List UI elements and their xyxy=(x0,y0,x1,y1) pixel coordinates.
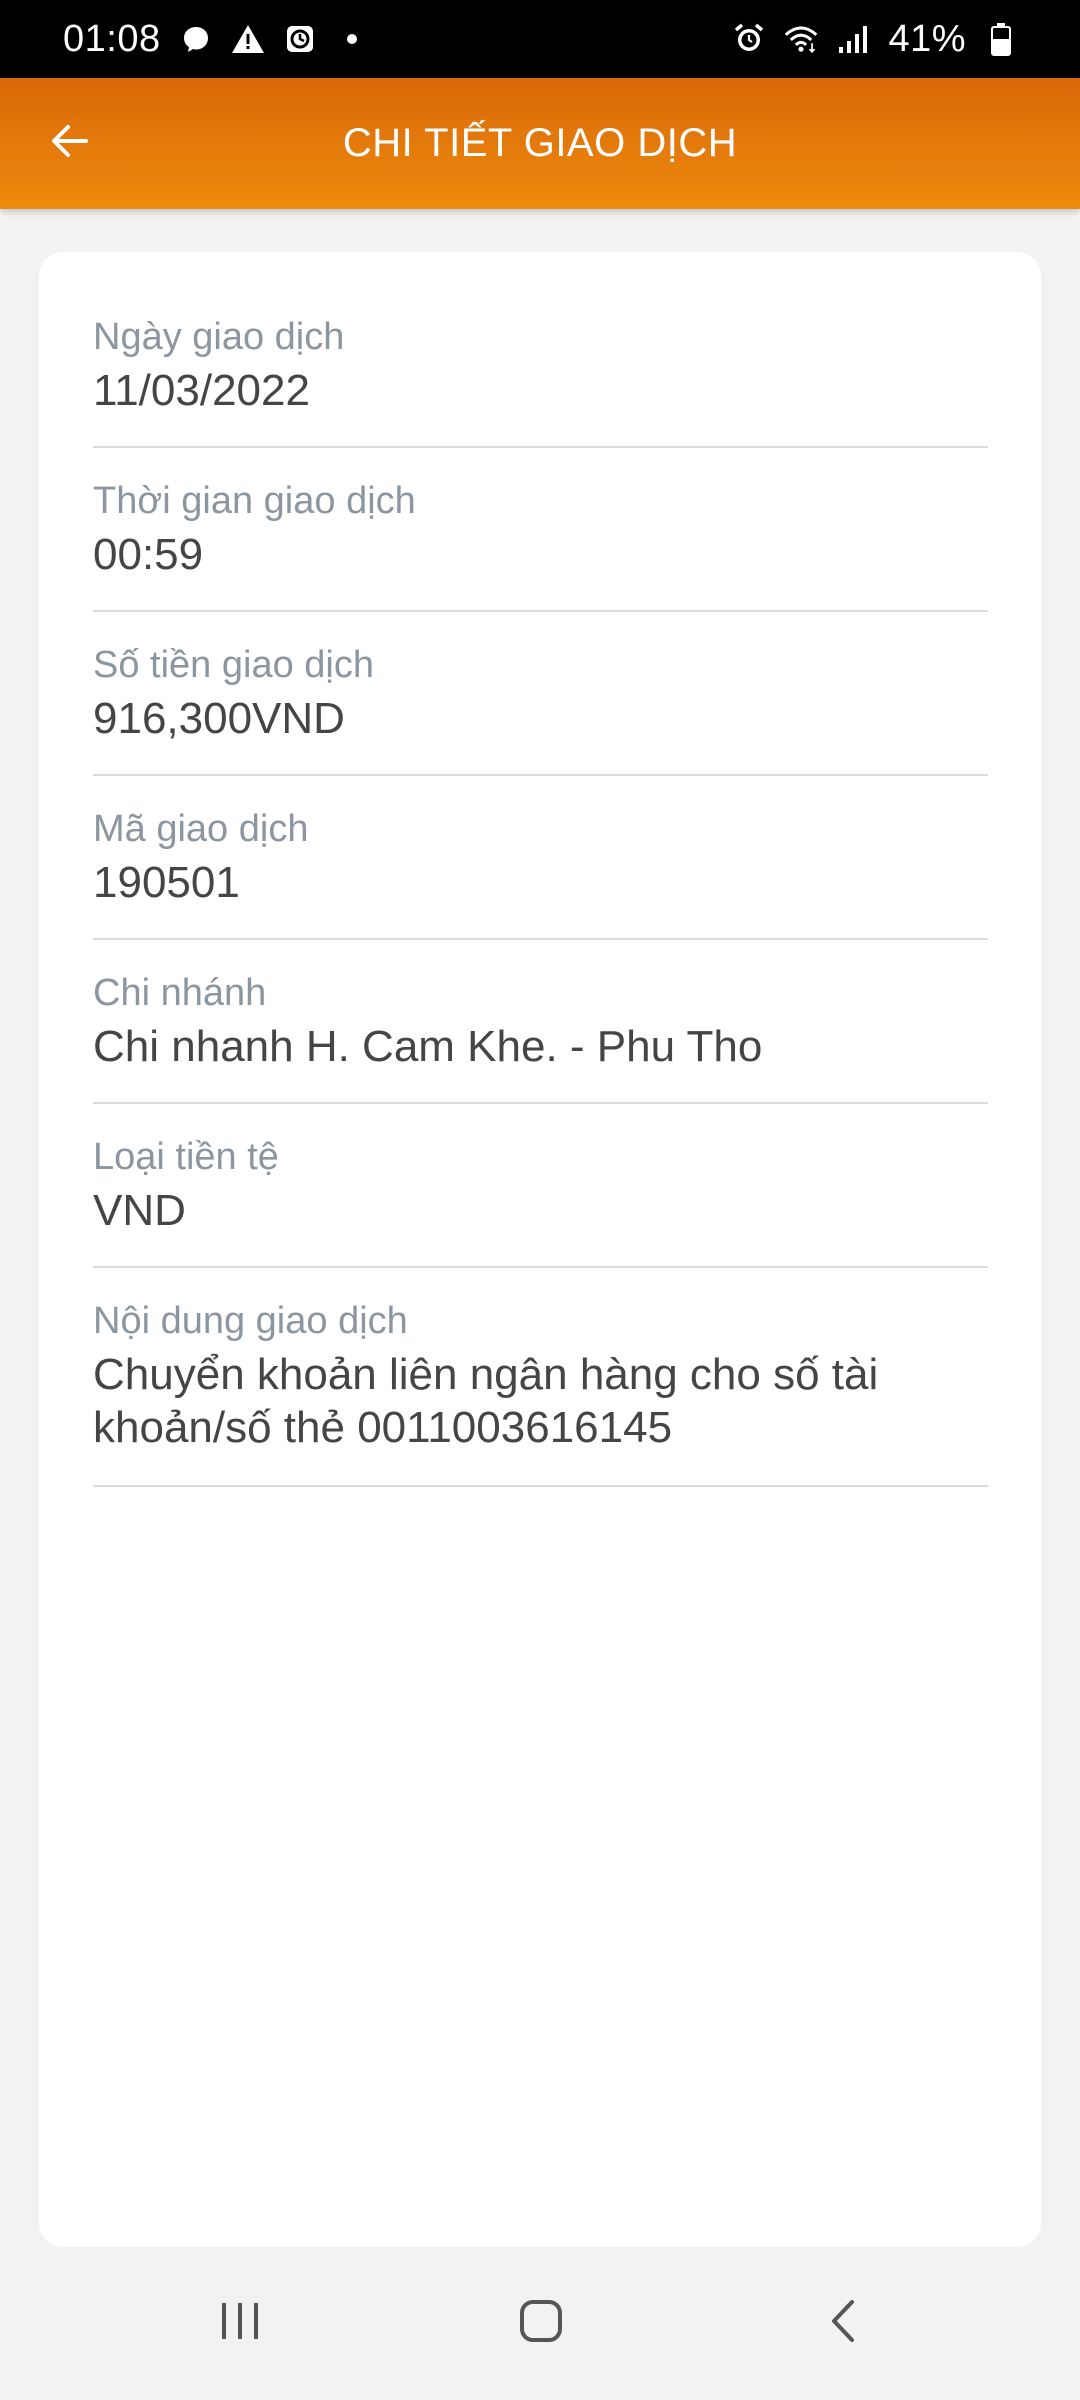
status-right: 41% xyxy=(732,18,1018,61)
recent-apps-button[interactable] xyxy=(195,2279,285,2369)
battery-icon xyxy=(984,22,1018,56)
detail-value: 916,300VND xyxy=(93,694,345,743)
app-header: CHI TIẾT GIAO DỊCH xyxy=(0,78,1080,209)
detail-row-description: Nội dung giao dịch Chuyển khoản liên ngâ… xyxy=(93,1268,988,1487)
messenger-icon xyxy=(179,22,213,56)
detail-label: Số tiền giao dịch xyxy=(93,644,374,686)
detail-row-date: Ngày giao dịch 11/03/2022 xyxy=(93,284,988,448)
detail-value: VND xyxy=(93,1186,186,1235)
detail-row-currency: Loại tiền tệ VND xyxy=(93,1104,988,1268)
detail-value: 00:59 xyxy=(93,530,204,579)
warning-icon xyxy=(231,22,265,56)
battery-percent: 41% xyxy=(888,17,966,60)
detail-row-time: Thời gian giao dịch 00:59 xyxy=(93,448,988,612)
detail-value: 190501 xyxy=(93,858,240,907)
back-button[interactable] xyxy=(40,114,100,174)
recent-apps-icon xyxy=(218,2301,262,2346)
arrow-left-icon xyxy=(50,123,90,164)
status-left: 01:08 xyxy=(63,18,369,61)
detail-label: Loại tiền tệ xyxy=(93,1136,279,1178)
detail-value: 11/03/2022 xyxy=(93,366,310,415)
dot-icon xyxy=(335,22,369,56)
signal-icon xyxy=(836,22,870,56)
home-icon xyxy=(519,2299,563,2348)
detail-row-branch: Chi nhánh Chi nhanh H. Cam Khe. - Phu Th… xyxy=(93,940,988,1104)
detail-label: Thời gian giao dịch xyxy=(93,480,416,522)
status-time: 01:08 xyxy=(63,17,161,60)
clock-app-icon xyxy=(283,22,317,56)
page-title: CHI TIẾT GIAO DỊCH xyxy=(342,121,738,165)
status-bar: 01:08 41% xyxy=(0,0,1080,78)
detail-label: Ngày giao dịch xyxy=(93,316,345,358)
detail-label: Mã giao dịch xyxy=(93,808,309,850)
detail-row-transaction-code: Mã giao dịch 190501 xyxy=(93,776,988,940)
detail-label: Chi nhánh xyxy=(93,972,267,1014)
detail-value: Chi nhanh H. Cam Khe. - Phu Tho xyxy=(93,1022,763,1071)
home-button[interactable] xyxy=(496,2279,586,2369)
system-nav-bar xyxy=(0,2247,1080,2400)
detail-label: Nội dung giao dịch xyxy=(93,1300,408,1342)
wifi-icon xyxy=(784,22,818,56)
alarm-icon xyxy=(732,22,766,56)
detail-row-amount: Số tiền giao dịch 916,300VND xyxy=(93,612,988,776)
detail-list: Ngày giao dịch 11/03/2022 Thời gian giao… xyxy=(93,284,988,1487)
nav-back-button[interactable] xyxy=(798,2279,888,2369)
detail-value: Chuyển khoản liên ngân hàng cho số tài k… xyxy=(93,1350,879,1452)
back-icon xyxy=(828,2299,858,2348)
transaction-detail-card: Ngày giao dịch 11/03/2022 Thời gian giao… xyxy=(39,252,1041,2247)
